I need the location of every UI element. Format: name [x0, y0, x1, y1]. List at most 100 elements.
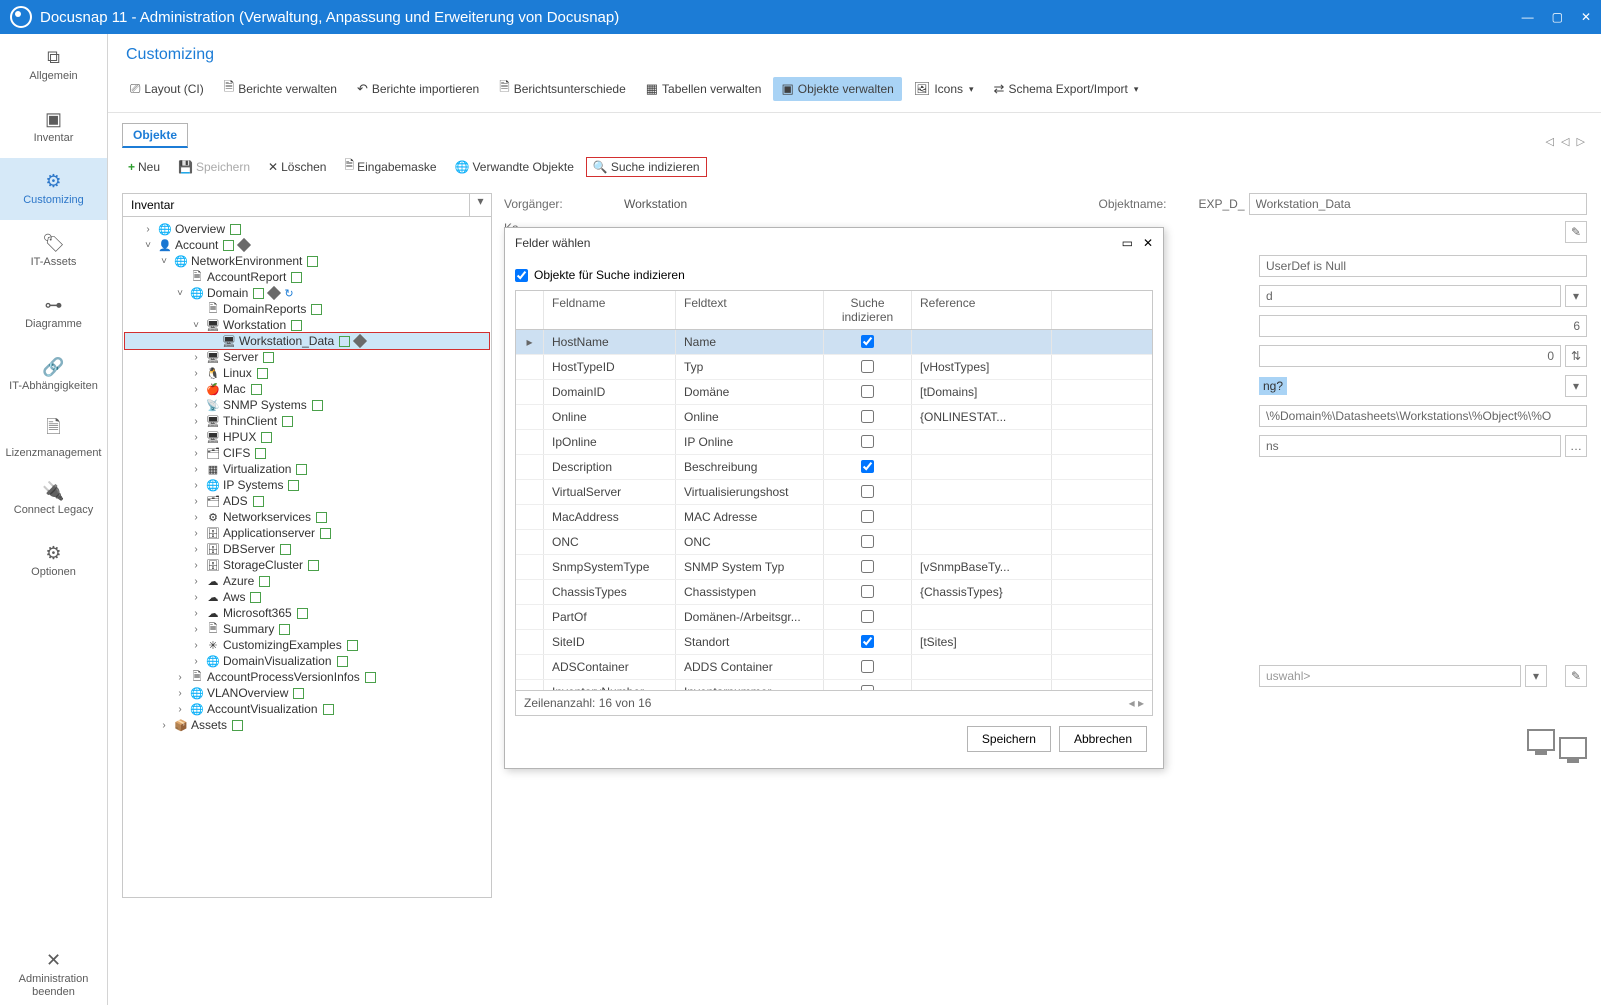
- tabelle-more[interactable]: …: [1565, 435, 1587, 457]
- tree-node-ip_systems[interactable]: › 🌐 IP Systems: [125, 477, 489, 493]
- cell-index-checkbox[interactable]: [861, 335, 874, 348]
- tb-icons[interactable]: 🖼Icons: [906, 77, 982, 101]
- dlg-save-button[interactable]: Speichern: [967, 726, 1051, 752]
- inp-anzeige[interactable]: [1259, 315, 1587, 337]
- rail-diagramme[interactable]: ⊶Diagramme: [0, 282, 107, 344]
- grid-hscroll[interactable]: ◂ ▸: [1129, 696, 1144, 710]
- icon-dd[interactable]: ▾: [1525, 665, 1547, 687]
- grid-row[interactable]: SnmpSystemType SNMP System Typ [vSnmpBas…: [516, 555, 1152, 580]
- kategorie-edit[interactable]: ✎: [1565, 221, 1587, 243]
- inp-filter[interactable]: [1259, 255, 1587, 277]
- tb-reports-diff[interactable]: 🗎Berichtsunterschiede: [491, 74, 634, 104]
- tree-node-cifs[interactable]: › 🗂 CIFS: [125, 445, 489, 461]
- rail-optionen[interactable]: ⚙Optionen: [0, 530, 107, 592]
- tb-tables[interactable]: ▦Tabellen verwalten: [638, 77, 770, 101]
- rail-it-abh[interactable]: 🔗IT-Abhängigkeiten: [0, 344, 107, 406]
- tb-reports-import[interactable]: ↶Berichte importieren: [349, 77, 487, 101]
- rail-it-assets[interactable]: 🏷IT-Assets: [0, 220, 107, 282]
- tree-node-aws[interactable]: › ☁ Aws: [125, 589, 489, 605]
- tab-objekte[interactable]: Objekte: [122, 123, 188, 148]
- cell-index-checkbox[interactable]: [861, 485, 874, 498]
- cell-index-checkbox[interactable]: [861, 535, 874, 548]
- col-reference[interactable]: Reference: [912, 291, 1052, 329]
- icon-edit[interactable]: ✎: [1565, 665, 1587, 687]
- grid-row[interactable]: SiteID Standort [tSites]: [516, 630, 1152, 655]
- tree-node-dbserver[interactable]: › 🗄 DBServer: [125, 541, 489, 557]
- col-suche[interactable]: Suche indizieren: [824, 291, 912, 329]
- tree-node-snmp[interactable]: › 📡 SNMP Systems: [125, 397, 489, 413]
- col-feldtext[interactable]: Feldtext: [676, 291, 824, 329]
- cell-index-checkbox[interactable]: [861, 610, 874, 623]
- dialog-maximize-icon[interactable]: ▭: [1122, 236, 1133, 250]
- cell-index-checkbox[interactable]: [861, 585, 874, 598]
- cell-index-checkbox[interactable]: [861, 360, 874, 373]
- grid-row[interactable]: InventoryNumber Inventarnummer: [516, 680, 1152, 690]
- tree-node-account[interactable]: ˅ 👤 Account: [125, 237, 489, 253]
- grid-row[interactable]: ADSContainer ADDS Container: [516, 655, 1152, 680]
- tree-node-domain_reports[interactable]: 🗎 DomainReports: [125, 301, 489, 317]
- grid-row[interactable]: ▸ HostName Name: [516, 330, 1152, 355]
- tree-node-assets[interactable]: › 📦 Assets: [125, 717, 489, 733]
- inp-tabelle[interactable]: [1259, 435, 1561, 457]
- minimize-icon[interactable]: —: [1522, 10, 1534, 24]
- tree-node-domain_visualization[interactable]: › 🌐 DomainVisualization: [125, 653, 489, 669]
- tree-node-account_report[interactable]: 🗎 AccountReport: [125, 269, 489, 285]
- cell-index-checkbox[interactable]: [861, 685, 874, 690]
- rail-inventar[interactable]: ▣Inventar: [0, 96, 107, 158]
- tree-node-networkservices[interactable]: › ⚙ Networkservices: [125, 509, 489, 525]
- tree-node-mac[interactable]: › 🍎 Mac: [125, 381, 489, 397]
- stb-verwandte[interactable]: 🌐Verwandte Objekte: [449, 158, 580, 176]
- tb-layout[interactable]: ⎚Layout (CI): [122, 77, 212, 101]
- col-feldname[interactable]: Feldname: [544, 291, 676, 329]
- tree-node-vlan_overview[interactable]: › 🌐 VLANOverview: [125, 685, 489, 701]
- tree-node-workstation_data[interactable]: 🖥 Workstation_Data: [125, 333, 489, 349]
- tree-node-hpux[interactable]: › 🖥 HPUX: [125, 429, 489, 445]
- tree-node-overview[interactable]: › 🌐 Overview: [125, 221, 489, 237]
- inp-objektname[interactable]: [1249, 193, 1587, 215]
- inp-datei[interactable]: [1259, 405, 1587, 427]
- grid-row[interactable]: PartOf Domänen-/Arbeitsgr...: [516, 605, 1152, 630]
- report-dd[interactable]: ▾: [1565, 375, 1587, 397]
- stb-loeschen[interactable]: ✕Löschen: [262, 158, 332, 176]
- cell-index-checkbox[interactable]: [861, 510, 874, 523]
- grid-row[interactable]: ChassisTypes Chassistypen {ChassisTypes}: [516, 580, 1152, 605]
- tree-node-customizing_examples[interactable]: › ✳ CustomizingExamples: [125, 637, 489, 653]
- dlg-index-checkbox[interactable]: [515, 269, 528, 282]
- rail-exit[interactable]: ✕Administration beenden: [0, 943, 107, 1005]
- cell-index-checkbox[interactable]: [861, 560, 874, 573]
- inp-sort[interactable]: d: [1259, 285, 1561, 307]
- inp-auswahl[interactable]: [1259, 345, 1561, 367]
- tb-schema[interactable]: ⇄Schema Export/Import: [986, 77, 1147, 101]
- tree-node-workstation[interactable]: ˅ 🖥 Workstation: [125, 317, 489, 333]
- grid-row[interactable]: DomainID Domäne [tDomains]: [516, 380, 1152, 405]
- close-icon[interactable]: ✕: [1581, 10, 1591, 24]
- tree-node-applicationserver[interactable]: › 🗄 Applicationserver: [125, 525, 489, 541]
- tree-node-microsoft365[interactable]: › ☁ Microsoft365: [125, 605, 489, 621]
- grid-row[interactable]: HostTypeID Typ [vHostTypes]: [516, 355, 1152, 380]
- tree-node-domain[interactable]: ˅ 🌐 Domain ↻: [125, 285, 489, 301]
- tree-node-server[interactable]: › 🖥 Server: [125, 349, 489, 365]
- grid-row[interactable]: VirtualServer Virtualisierungshost: [516, 480, 1152, 505]
- tree-node-network_env[interactable]: ˅ 🌐 NetworkEnvironment: [125, 253, 489, 269]
- tabs-nav[interactable]: ◁ ◁ ▷: [1546, 135, 1588, 148]
- cell-index-checkbox[interactable]: [861, 435, 874, 448]
- grid-row[interactable]: Description Beschreibung: [516, 455, 1152, 480]
- rail-connect[interactable]: 🔌Connect Legacy: [0, 468, 107, 530]
- tree-node-summary[interactable]: › 🗎 Summary: [125, 621, 489, 637]
- cell-index-checkbox[interactable]: [861, 385, 874, 398]
- stb-neu[interactable]: +Neu: [122, 158, 166, 176]
- tree-node-account_process[interactable]: › 🗎 AccountProcessVersionInfos: [125, 669, 489, 685]
- icon-select[interactable]: uswahl>: [1259, 665, 1521, 687]
- sort-dd[interactable]: ▾: [1565, 285, 1587, 307]
- tree-node-account_visualization[interactable]: › 🌐 AccountVisualization: [125, 701, 489, 717]
- cell-index-checkbox[interactable]: [861, 660, 874, 673]
- cell-index-checkbox[interactable]: [861, 635, 874, 648]
- stb-suche-indizieren[interactable]: 🔍Suche indizieren: [586, 157, 707, 177]
- tree-body[interactable]: › 🌐 Overview ˅ 👤 Account ˅ 🌐 NetworkEnvi…: [123, 217, 491, 897]
- rail-allgemein[interactable]: ⧉Allgemein: [0, 34, 107, 96]
- stb-speichern[interactable]: 💾Speichern: [172, 158, 256, 176]
- rail-lizenz[interactable]: 🗎Lizenzmanagement: [0, 406, 107, 468]
- dialog-close-icon[interactable]: ✕: [1143, 236, 1153, 250]
- grid-row[interactable]: ONC ONC: [516, 530, 1152, 555]
- tb-objects[interactable]: ▣Objekte verwalten: [773, 77, 901, 101]
